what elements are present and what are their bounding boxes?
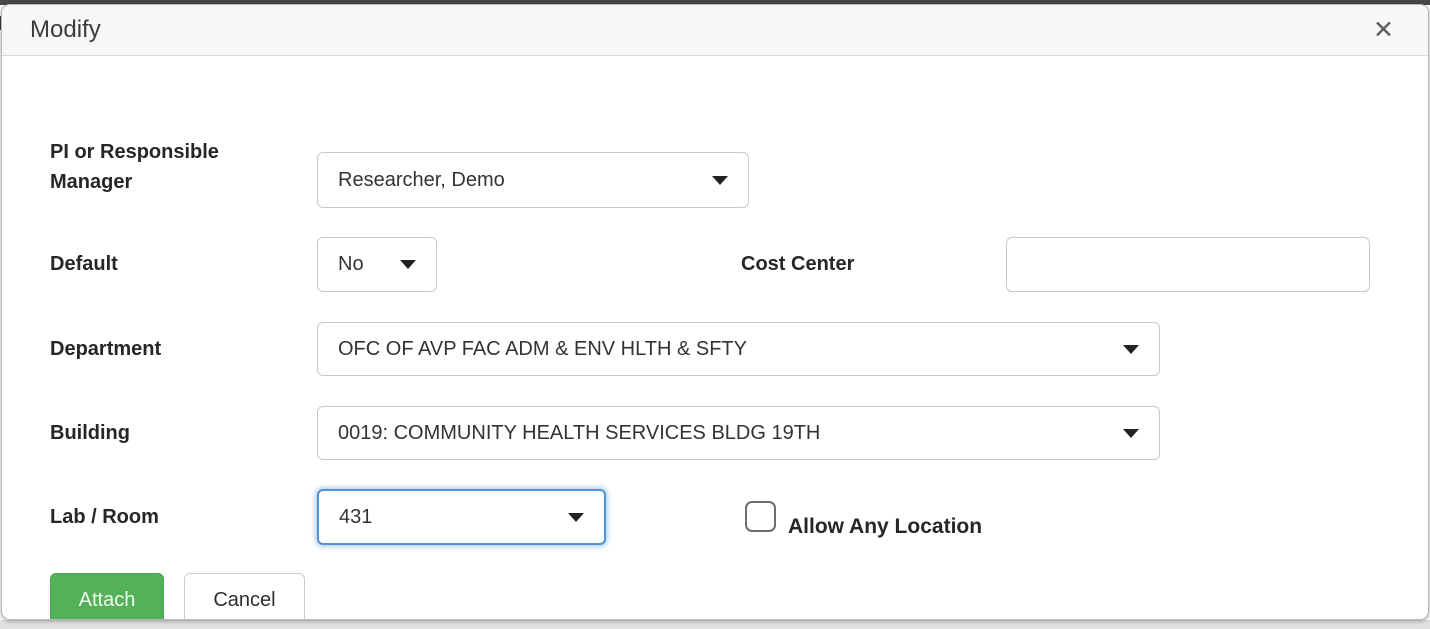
building-select[interactable]: 0019: COMMUNITY HEALTH SERVICES BLDG 19T… [317,406,1160,460]
building-label: Building [50,406,130,460]
default-value: No [338,253,364,276]
dialog-header: Modify ✕ [2,5,1428,56]
caret-down-icon [712,176,728,185]
caret-down-icon [568,513,584,522]
caret-down-icon [1123,345,1139,354]
pi-manager-select[interactable]: Researcher, Demo [317,152,749,208]
cost-center-input[interactable] [1006,237,1370,292]
cost-center-label: Cost Center [741,237,854,292]
pi-manager-label: PI or Responsible Manager [50,137,290,197]
lab-room-label: Lab / Room [50,489,159,545]
pi-manager-value: Researcher, Demo [338,169,505,192]
dialog-body: PI or Responsible Manager Researcher, De… [2,56,1428,618]
default-select[interactable]: No [317,237,437,292]
caret-down-icon [400,260,416,269]
department-value: OFC OF AVP FAC ADM & ENV HLTH & SFTY [338,338,747,361]
lab-room-value: 431 [339,506,372,529]
default-label: Default [50,237,118,292]
caret-down-icon [1123,429,1139,438]
lab-room-select[interactable]: 431 [317,489,606,545]
department-select[interactable]: OFC OF AVP FAC ADM & ENV HLTH & SFTY [317,322,1160,376]
page-background-bottom [0,620,1430,629]
allow-any-location-checkbox[interactable] [745,501,776,532]
building-value: 0019: COMMUNITY HEALTH SERVICES BLDG 19T… [338,422,820,445]
attach-button[interactable]: Attach [50,573,164,620]
dialog-title: Modify [30,16,101,44]
cancel-button[interactable]: Cancel [184,573,305,620]
close-icon[interactable]: ✕ [1367,14,1400,47]
department-label: Department [50,322,161,376]
modify-dialog: Modify ✕ PI or Responsible Manager Resea… [1,4,1429,620]
allow-any-location-label: Allow Any Location [788,515,982,539]
